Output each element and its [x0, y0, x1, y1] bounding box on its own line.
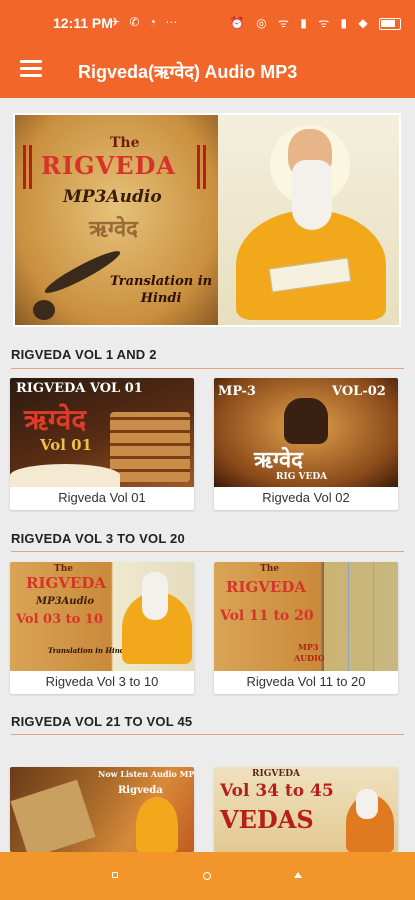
card-art-vol: Vol 11 to 20 — [220, 608, 314, 624]
section-divider — [11, 734, 404, 735]
sage-beard-image — [142, 572, 168, 620]
sage-beard — [292, 160, 332, 230]
card-art-subtitle: RIG VEDA — [276, 472, 328, 482]
banner-main-title: RIGVEDA — [41, 151, 177, 180]
card-art-mp3: MP-3 — [218, 384, 256, 399]
banner-the: The — [110, 135, 140, 151]
card-art-translation: Translation in Hindi — [48, 646, 128, 655]
card-label: Rigveda Vol 02 — [262, 490, 350, 505]
card-art-audio: AUDIO — [294, 653, 325, 663]
hero-banner[interactable]: The RIGVEDA MP3Audio ऋग्वेद Translation … — [13, 113, 401, 327]
card-thumbnail: The RIGVEDA MP3Audio Vol 03 to 10 Transl… — [10, 562, 194, 671]
status-time: 12:11 PM — [53, 15, 113, 31]
card-thumbnail: RIGVEDA Vol 34 to 45 VEDAS — [214, 767, 398, 852]
card-art-vol: VOL-02 — [332, 384, 386, 399]
card-rigveda-vol-3-10[interactable]: The RIGVEDA MP3Audio Vol 03 to 10 Transl… — [10, 562, 194, 694]
sage-figure-image — [136, 797, 178, 852]
notification-icons: ✈ ✆ ◔ ⋯ — [110, 15, 181, 29]
card-art-title: RIGVEDA — [252, 769, 301, 779]
card-art-vol: Vol 03 to 10 — [16, 612, 103, 627]
app-bar: Rigveda(ऋग्वेद) Audio MP3 — [0, 46, 415, 98]
section-divider — [11, 368, 404, 369]
card-label: Rigveda Vol 3 to 10 — [45, 674, 159, 689]
banner-translation: Translation in Hindi — [110, 273, 212, 307]
card-rigveda-vol-21[interactable]: Now Listen Audio MP3 Rigveda — [10, 767, 194, 852]
card-art-title: RIGVEDA — [226, 578, 307, 596]
card-art-the: The — [54, 564, 73, 574]
card-art-vedas: VEDAS — [220, 805, 314, 834]
section-title-vol-1-2: RIGVEDA VOL 1 AND 2 — [11, 347, 157, 362]
banner-bars-left — [23, 145, 37, 189]
card-art-title: RIGVEDA VOL 01 — [16, 381, 143, 396]
card-art-devanagari: ऋग्वेद — [24, 403, 87, 436]
battery-icon — [379, 17, 401, 30]
card-art-the: The — [260, 564, 279, 574]
sage-illustration — [218, 115, 399, 325]
banner-bars-right — [197, 145, 211, 189]
system-icons: ⏰ ◎ ᯤ ▮ ᯤ ▮ ◆ — [230, 14, 401, 31]
card-art-devanagari: ऋग्वेद — [254, 447, 303, 473]
banner-poster: The RIGVEDA MP3Audio ऋग्वेद Translation … — [15, 115, 218, 325]
manuscript-image — [10, 779, 96, 852]
card-art-title: Rigveda — [118, 785, 163, 796]
back-icon[interactable] — [294, 872, 302, 880]
hamburger-menu-icon[interactable] — [20, 60, 42, 78]
card-art-vol: Vol 01 — [40, 436, 93, 454]
card-art-vol: Vol 34 to 45 — [220, 781, 334, 801]
card-thumbnail: MP-3 VOL-02 ऋग्वेद RIG VEDA — [214, 378, 398, 487]
system-status-icons: ⏰ ◎ ᯤ ▮ ᯤ ▮ ◆ — [229, 16, 372, 30]
card-label: Rigveda Vol 01 — [58, 490, 146, 505]
section-title-vol-3-20: RIGVEDA VOL 3 TO VOL 20 — [11, 531, 185, 546]
card-art-listen: Now Listen Audio MP3 — [98, 769, 194, 779]
banner-translation-line1: Translation in — [110, 274, 213, 289]
app-title: Rigveda(ऋग्वेद) Audio MP3 — [78, 62, 298, 82]
section-divider — [11, 551, 404, 552]
card-rigveda-vol-34-45[interactable]: RIGVEDA Vol 34 to 45 VEDAS — [214, 767, 398, 852]
recent-apps-icon[interactable] — [112, 872, 120, 880]
banner-mp3-text: MP3Audio — [63, 187, 162, 207]
card-label: Rigveda Vol 11 to 20 — [246, 674, 366, 689]
status-bar: 12:11 PM ✈ ✆ ◔ ⋯ ⏰ ◎ ᯤ ▮ ᯤ ▮ ◆ — [0, 0, 415, 46]
banner-translation-line2: Hindi — [140, 291, 182, 306]
card-thumbnail: RIGVEDA VOL 01 ऋग्वेद Vol 01 — [10, 378, 194, 487]
card-art-mp3: MP3 — [298, 642, 319, 652]
card-rigveda-vol-02[interactable]: MP-3 VOL-02 ऋग्वेद RIG VEDA Rigveda Vol … — [214, 378, 398, 510]
card-art-title: RIGVEDA — [26, 574, 107, 592]
books-image — [110, 412, 190, 482]
system-nav-bar — [0, 852, 415, 900]
inkpot-icon — [33, 300, 55, 320]
card-rigveda-vol-01[interactable]: RIGVEDA VOL 01 ऋग्वेद Vol 01 Rigveda Vol… — [10, 378, 194, 510]
card-art-mp3: MP3Audio — [36, 596, 95, 607]
card-rigveda-vol-11-20[interactable]: The RIGVEDA Vol 11 to 20 MP3 AUDIO Rigve… — [214, 562, 398, 694]
card-thumbnail: The RIGVEDA Vol 11 to 20 MP3 AUDIO — [214, 562, 398, 671]
open-book-image — [10, 464, 120, 487]
sage-beard-image — [356, 789, 378, 819]
section-title-vol-21-45: RIGVEDA VOL 21 TO VOL 45 — [11, 714, 193, 729]
card-thumbnail: Now Listen Audio MP3 Rigveda — [10, 767, 194, 852]
banner-devanagari: ऋग्वेद — [89, 216, 138, 241]
home-icon[interactable] — [203, 872, 211, 880]
sage-figure-image — [284, 398, 328, 444]
deities-collage-image — [324, 562, 398, 671]
